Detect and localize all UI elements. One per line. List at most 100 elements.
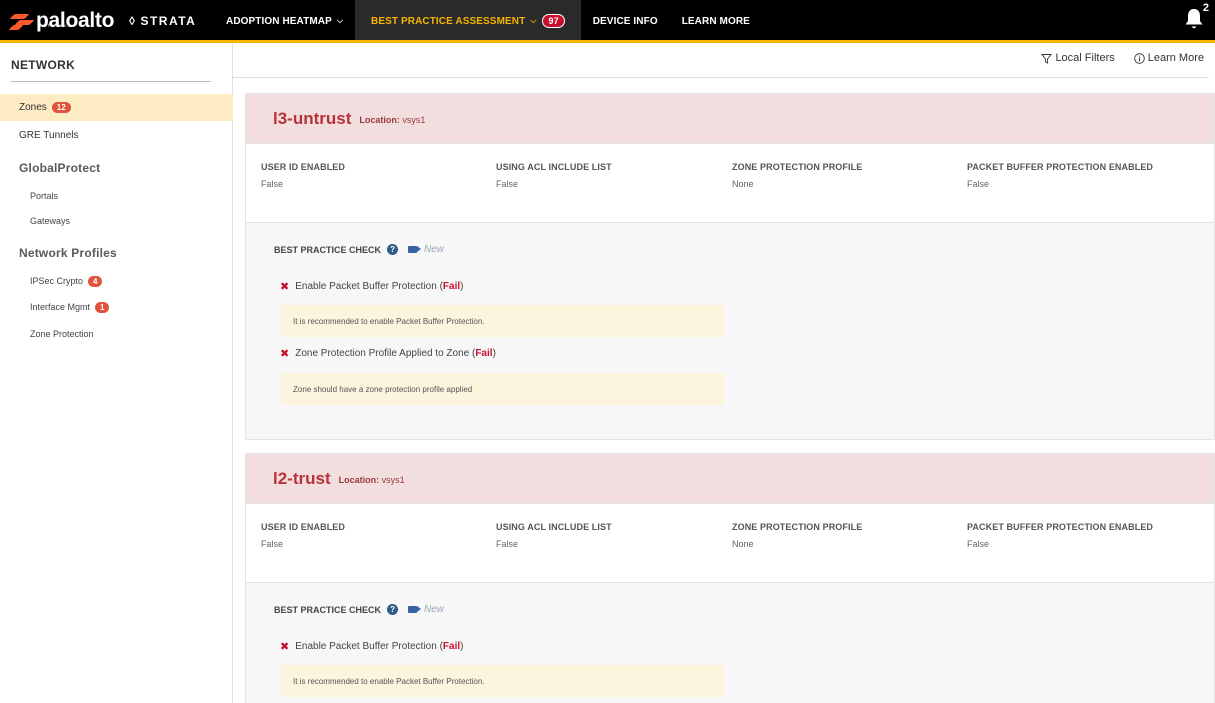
zone-name: l3-untrust xyxy=(273,108,352,128)
prop-header: PACKET BUFFER PROTECTION ENABLED xyxy=(967,162,1154,172)
check-status: Fail xyxy=(475,348,493,359)
location-label: Location: xyxy=(338,475,380,485)
nav-learn-more[interactable]: LEARN MORE xyxy=(670,0,762,42)
prop-value: False xyxy=(261,179,284,189)
nav-best-practice-assessment[interactable]: BEST PRACTICE ASSESSMENT ⌵ 97 xyxy=(355,0,581,42)
sidebar-item-zones[interactable]: Zones 12 xyxy=(0,94,233,121)
sidebar: NETWORK Zones 12 GRE Tunnels GlobalProte… xyxy=(0,43,233,703)
prop-zone-protection-profile: ZONE PROTECTION PROFILE None xyxy=(732,522,862,549)
prop-header: USING ACL INCLUDE LIST xyxy=(496,522,612,532)
sidebar-item-label: Interface Mgmt xyxy=(30,302,91,312)
prop-user-id-enabled: USER ID ENABLED False xyxy=(261,522,345,549)
brand-subtext: NETWORKS xyxy=(40,23,72,28)
help-icon[interactable]: ? xyxy=(387,244,399,255)
nav-label: DEVICE INFO xyxy=(592,15,658,27)
prop-packet-buffer-protection: PACKET BUFFER PROTECTION ENABLED False xyxy=(967,162,1153,189)
local-filters-link[interactable]: Local Filters xyxy=(1041,52,1115,64)
top-navigation-bar: paloalto NETWORKS ◊ STRATA ADOPTION HEAT… xyxy=(0,0,1215,42)
check-status: Fail xyxy=(442,641,461,652)
prop-value: False xyxy=(496,179,519,189)
sidebar-item-gateways[interactable]: Gateways xyxy=(0,207,233,235)
zone-properties: USER ID ENABLED False USING ACL INCLUDE … xyxy=(246,144,1214,223)
new-video-link[interactable]: New xyxy=(408,604,444,615)
prop-header: PACKET BUFFER PROTECTION ENABLED xyxy=(967,522,1154,532)
sidebar-divider xyxy=(11,81,211,82)
prop-header: USER ID ENABLED xyxy=(261,162,346,172)
new-label: New xyxy=(424,244,445,255)
zone-card-header: l3-untrust Location: vsys1 xyxy=(246,94,1214,144)
content-header-divider xyxy=(233,77,1209,78)
learn-more-link[interactable]: Learn More xyxy=(1133,52,1204,64)
check-recommendation: Zone should have a zone protection profi… xyxy=(281,373,724,405)
prop-header: USING ACL INCLUDE LIST xyxy=(496,162,612,172)
location-value: vsys1 xyxy=(402,115,426,125)
nav-label: LEARN MORE xyxy=(681,15,750,27)
prop-header: ZONE PROTECTION PROFILE xyxy=(732,162,863,172)
chevron-down-icon: ⌵ xyxy=(336,16,344,25)
strata-logo[interactable]: ◊ STRATA xyxy=(117,0,214,42)
zone-location: Location: vsys1 xyxy=(339,475,405,485)
video-camera-icon xyxy=(408,246,422,253)
notifications-bell-icon[interactable]: 2 xyxy=(1183,2,1209,31)
brand-wordmark: paloalto xyxy=(36,9,115,32)
fail-x-icon: ✖ xyxy=(280,281,290,293)
zone-location: Location: vsys1 xyxy=(359,115,425,125)
best-practice-section: BEST PRACTICE CHECK ? New ✖ Enable Packe… xyxy=(246,223,1214,439)
zone-card-l2-trust: l2-trust Location: vsys1 USER ID ENABLED… xyxy=(245,453,1215,703)
fail-x-icon: ✖ xyxy=(280,348,290,360)
prop-user-id-enabled: USER ID ENABLED False xyxy=(261,162,345,189)
chevron-down-icon: ⌵ xyxy=(530,16,537,25)
strata-wordmark: STRATA xyxy=(140,14,197,28)
sidebar-item-zone-protection[interactable]: Zone Protection xyxy=(0,320,233,348)
fail-x-icon: ✖ xyxy=(280,641,290,653)
check-item: ✖ Zone Protection Profile Applied to Zon… xyxy=(280,348,496,360)
sidebar-count-badge: 4 xyxy=(88,275,103,287)
sidebar-item-label: IPSec Crypto xyxy=(30,276,84,286)
sidebar-item-label: GRE Tunnels xyxy=(19,129,79,141)
new-label: New xyxy=(424,604,445,615)
check-status: Fail xyxy=(442,281,461,292)
check-recommendation: It is recommended to enable Packet Buffe… xyxy=(281,305,724,337)
sidebar-group-network-profiles: Network Profiles xyxy=(19,246,117,260)
location-value: vsys1 xyxy=(381,475,405,485)
sidebar-item-portals[interactable]: Portals xyxy=(0,182,233,210)
best-practice-title: BEST PRACTICE CHECK ? New xyxy=(274,604,444,615)
prop-using-acl-include-list: USING ACL INCLUDE LIST False xyxy=(496,162,612,189)
zone-properties: USER ID ENABLED False USING ACL INCLUDE … xyxy=(246,504,1214,583)
prop-using-acl-include-list: USING ACL INCLUDE LIST False xyxy=(496,522,612,549)
video-camera-icon xyxy=(408,606,422,613)
sidebar-title: NETWORK xyxy=(11,58,76,72)
prop-zone-protection-profile: ZONE PROTECTION PROFILE None xyxy=(732,162,862,189)
prop-packet-buffer-protection: PACKET BUFFER PROTECTION ENABLED False xyxy=(967,522,1153,549)
content-toolbar: Local Filters Learn More xyxy=(1041,52,1204,64)
sidebar-item-interface-mgmt[interactable]: Interface Mgmt 1 xyxy=(0,293,233,321)
paloalto-logo[interactable]: paloalto NETWORKS xyxy=(0,0,117,42)
zone-card-l3-untrust: l3-untrust Location: vsys1 USER ID ENABL… xyxy=(245,93,1215,440)
best-practice-section: BEST PRACTICE CHECK ? New ✖ Enable Packe… xyxy=(246,583,1214,703)
paloalto-logo-mark-icon xyxy=(8,12,36,30)
prop-value: False xyxy=(261,539,284,549)
info-icon xyxy=(1133,52,1145,64)
nav-adoption-heatmap[interactable]: ADOPTION HEATMAP ⌵ xyxy=(214,0,355,42)
local-filters-label: Local Filters xyxy=(1055,52,1115,64)
zone-card-header: l2-trust Location: vsys1 xyxy=(246,454,1214,504)
check-item: ✖ Enable Packet Buffer Protection (Fail) xyxy=(280,641,464,653)
sidebar-item-gre-tunnels[interactable]: GRE Tunnels xyxy=(0,121,233,149)
help-icon[interactable]: ? xyxy=(387,604,399,615)
prop-header: ZONE PROTECTION PROFILE xyxy=(732,522,863,532)
learn-more-label: Learn More xyxy=(1147,52,1204,64)
sidebar-item-label: Zone Protection xyxy=(30,329,94,339)
prop-value: False xyxy=(967,539,990,549)
nav-device-info[interactable]: DEVICE INFO xyxy=(581,0,670,42)
check-title: Enable Packet Buffer Protection xyxy=(295,641,437,652)
check-recommendation: It is recommended to enable Packet Buffe… xyxy=(281,665,724,697)
check-title: Enable Packet Buffer Protection xyxy=(295,281,437,292)
prop-value: None xyxy=(732,539,754,549)
zone-name: l2-trust xyxy=(273,468,331,488)
prop-value: False xyxy=(967,179,990,189)
filter-icon xyxy=(1041,53,1053,64)
sidebar-item-ipsec-crypto[interactable]: IPSec Crypto 4 xyxy=(0,267,233,295)
new-video-link[interactable]: New xyxy=(408,244,444,255)
nav-count-badge: 97 xyxy=(542,14,565,28)
location-label: Location: xyxy=(359,115,400,125)
